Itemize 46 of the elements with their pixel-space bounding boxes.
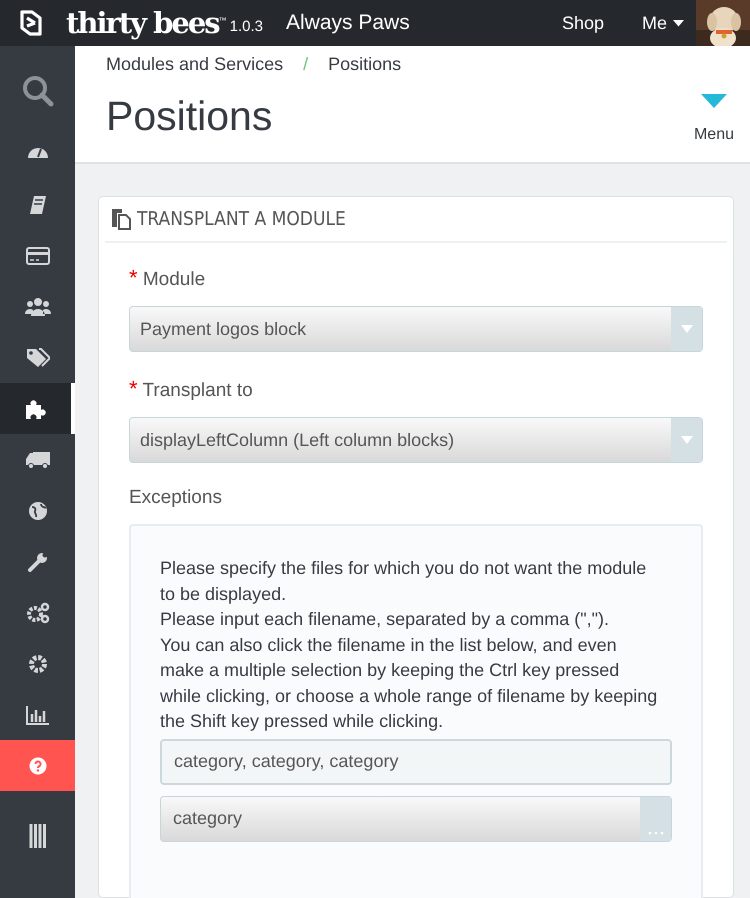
logo-text: thirty bees <box>66 6 219 40</box>
field-label: Module <box>142 269 206 290</box>
credit-card-icon <box>26 246 50 264</box>
barcode-icon <box>28 824 46 848</box>
puzzle-icon <box>24 398 46 418</box>
help-text: You can also click the filename in the list below, and even make a multiple selection by keeping the Ctrl key pressed while clicking, or choose a whole range of filename by keeping the Shift key pressed while clicking. <box>160 634 658 733</box>
tags-icon <box>26 348 50 368</box>
breadcrumb-separator: / <box>303 54 308 75</box>
required-mark: * <box>129 376 138 401</box>
copy-icon <box>111 208 131 230</box>
wrench-icon <box>26 550 48 572</box>
truck-icon <box>24 450 50 468</box>
users-icon <box>24 296 50 316</box>
globe-icon <box>28 500 48 520</box>
help-text: Please specify the files for which you do not want the module to be displayed. <box>160 557 648 606</box>
breadcrumb-current: Positions <box>328 54 402 75</box>
settings-icon <box>28 654 48 674</box>
sidebar-item[interactable] <box>0 383 75 434</box>
gauge-icon <box>26 148 48 159</box>
shop-name: Always Paws <box>286 11 410 35</box>
me-menu[interactable]: Me <box>642 12 696 34</box>
breadcrumb-link[interactable]: Modules and Services <box>106 54 284 75</box>
caret-icon <box>700 94 727 108</box>
caret-icon <box>680 436 692 444</box>
help-icon <box>28 756 46 774</box>
field-label: Exceptions <box>129 487 222 508</box>
panel-title: TRANSPLANT A MODULE <box>137 208 346 230</box>
trademark: ™ <box>218 16 227 25</box>
select-field[interactable]: category <box>160 796 672 842</box>
page-title: Positions <box>106 93 274 140</box>
gears-icon <box>26 602 50 624</box>
input-field[interactable]: category, category, category <box>160 738 672 784</box>
required-mark: * <box>129 265 138 290</box>
caret-icon <box>673 20 684 26</box>
shop-link[interactable]: Shop <box>562 12 604 34</box>
bar-chart-icon <box>26 704 50 724</box>
dots-icon <box>648 830 664 834</box>
search-icon <box>20 74 54 108</box>
select-field[interactable]: Payment logos block <box>129 306 703 352</box>
book-icon <box>28 194 46 214</box>
field-label: Transplant to <box>142 380 253 401</box>
help-text: Please input each filename, separated by a comma (","). <box>160 608 610 631</box>
menu-button[interactable]: Menu <box>694 46 750 144</box>
caret-icon <box>680 324 692 334</box>
version-label: 1.0.3 <box>230 18 263 34</box>
select-field[interactable]: displayLeftColumn (Left column blocks) <box>129 417 703 463</box>
